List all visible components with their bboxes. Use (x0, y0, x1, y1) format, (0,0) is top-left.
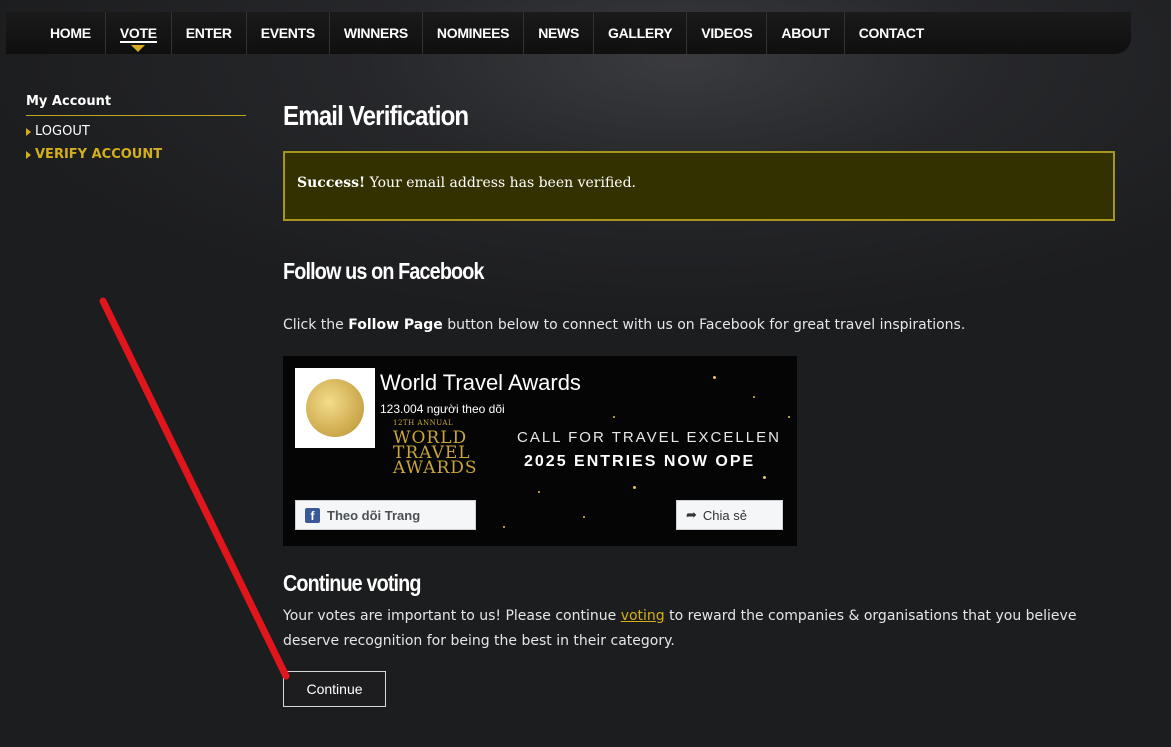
continue-heading: Continue voting (283, 570, 421, 596)
sidebar-item-label: LOGOUT (35, 124, 90, 139)
nav-about[interactable]: ABOUT (766, 12, 843, 54)
banner-wta-wordmark: 12TH ANNUAL WORLD TRAVEL AWARDS (393, 419, 478, 478)
top-nav: HOME VOTE ENTER EVENTS WINNERS NOMINEES … (6, 12, 1131, 54)
sidebar: My Account LOGOUT VERIFY ACCOUNT (26, 94, 246, 162)
banner-call-text: CALL FOR TRAVEL EXCELLEN (517, 429, 781, 446)
nav-home[interactable]: HOME (36, 12, 105, 54)
nav-contact[interactable]: CONTACT (843, 12, 938, 54)
fb-page-name[interactable]: World Travel Awards (380, 370, 581, 396)
follow-page-emphasis: Follow Page (348, 317, 443, 333)
nav-nominees[interactable]: NOMINEES (421, 12, 523, 54)
globe-icon (306, 379, 364, 437)
alert-strong: Success! (297, 175, 366, 191)
success-alert: Success! Your email address has been ver… (283, 151, 1115, 221)
banner-entries-text: 2025 ENTRIES NOW OPE (524, 453, 756, 470)
follow-text: Click the Follow Page button below to co… (283, 317, 966, 333)
fb-followers-count: 123.004 người theo dõi (380, 402, 505, 416)
alert-text: Your email address has been verified. (365, 175, 636, 191)
fb-share-button[interactable]: ➦ Chia sẻ (676, 500, 783, 530)
nav-events[interactable]: EVENTS (245, 12, 329, 54)
voting-link[interactable]: voting (621, 608, 665, 624)
world-travel-awards-logo[interactable] (295, 368, 375, 448)
nav-winners[interactable]: WINNERS (328, 12, 422, 54)
nav-vote[interactable]: VOTE (104, 12, 171, 54)
share-arrow-icon: ➦ (686, 507, 697, 522)
facebook-icon: f (305, 507, 320, 523)
caret-right-icon (26, 127, 31, 136)
active-indicator-icon (131, 45, 146, 52)
nav-enter[interactable]: ENTER (170, 12, 246, 54)
nav-videos[interactable]: VIDEOS (686, 12, 766, 54)
sidebar-item-verify-account[interactable]: VERIFY ACCOUNT (26, 147, 246, 162)
facebook-page-widget[interactable]: World Travel Awards 123.004 người theo d… (283, 356, 797, 546)
continue-text: Your votes are important to us! Please c… (283, 608, 1077, 649)
nav-news[interactable]: NEWS (523, 12, 593, 54)
caret-right-icon (26, 150, 31, 159)
page-title: Email Verification (283, 100, 469, 131)
sidebar-heading: My Account (26, 94, 246, 116)
continue-button[interactable]: Continue (283, 671, 386, 707)
sidebar-item-logout[interactable]: LOGOUT (26, 124, 246, 139)
sidebar-item-label: VERIFY ACCOUNT (35, 147, 163, 162)
fb-follow-page-button[interactable]: f Theo dõi Trang (295, 500, 476, 530)
nav-gallery[interactable]: GALLERY (593, 12, 686, 54)
follow-heading: Follow us on Facebook (283, 258, 484, 284)
